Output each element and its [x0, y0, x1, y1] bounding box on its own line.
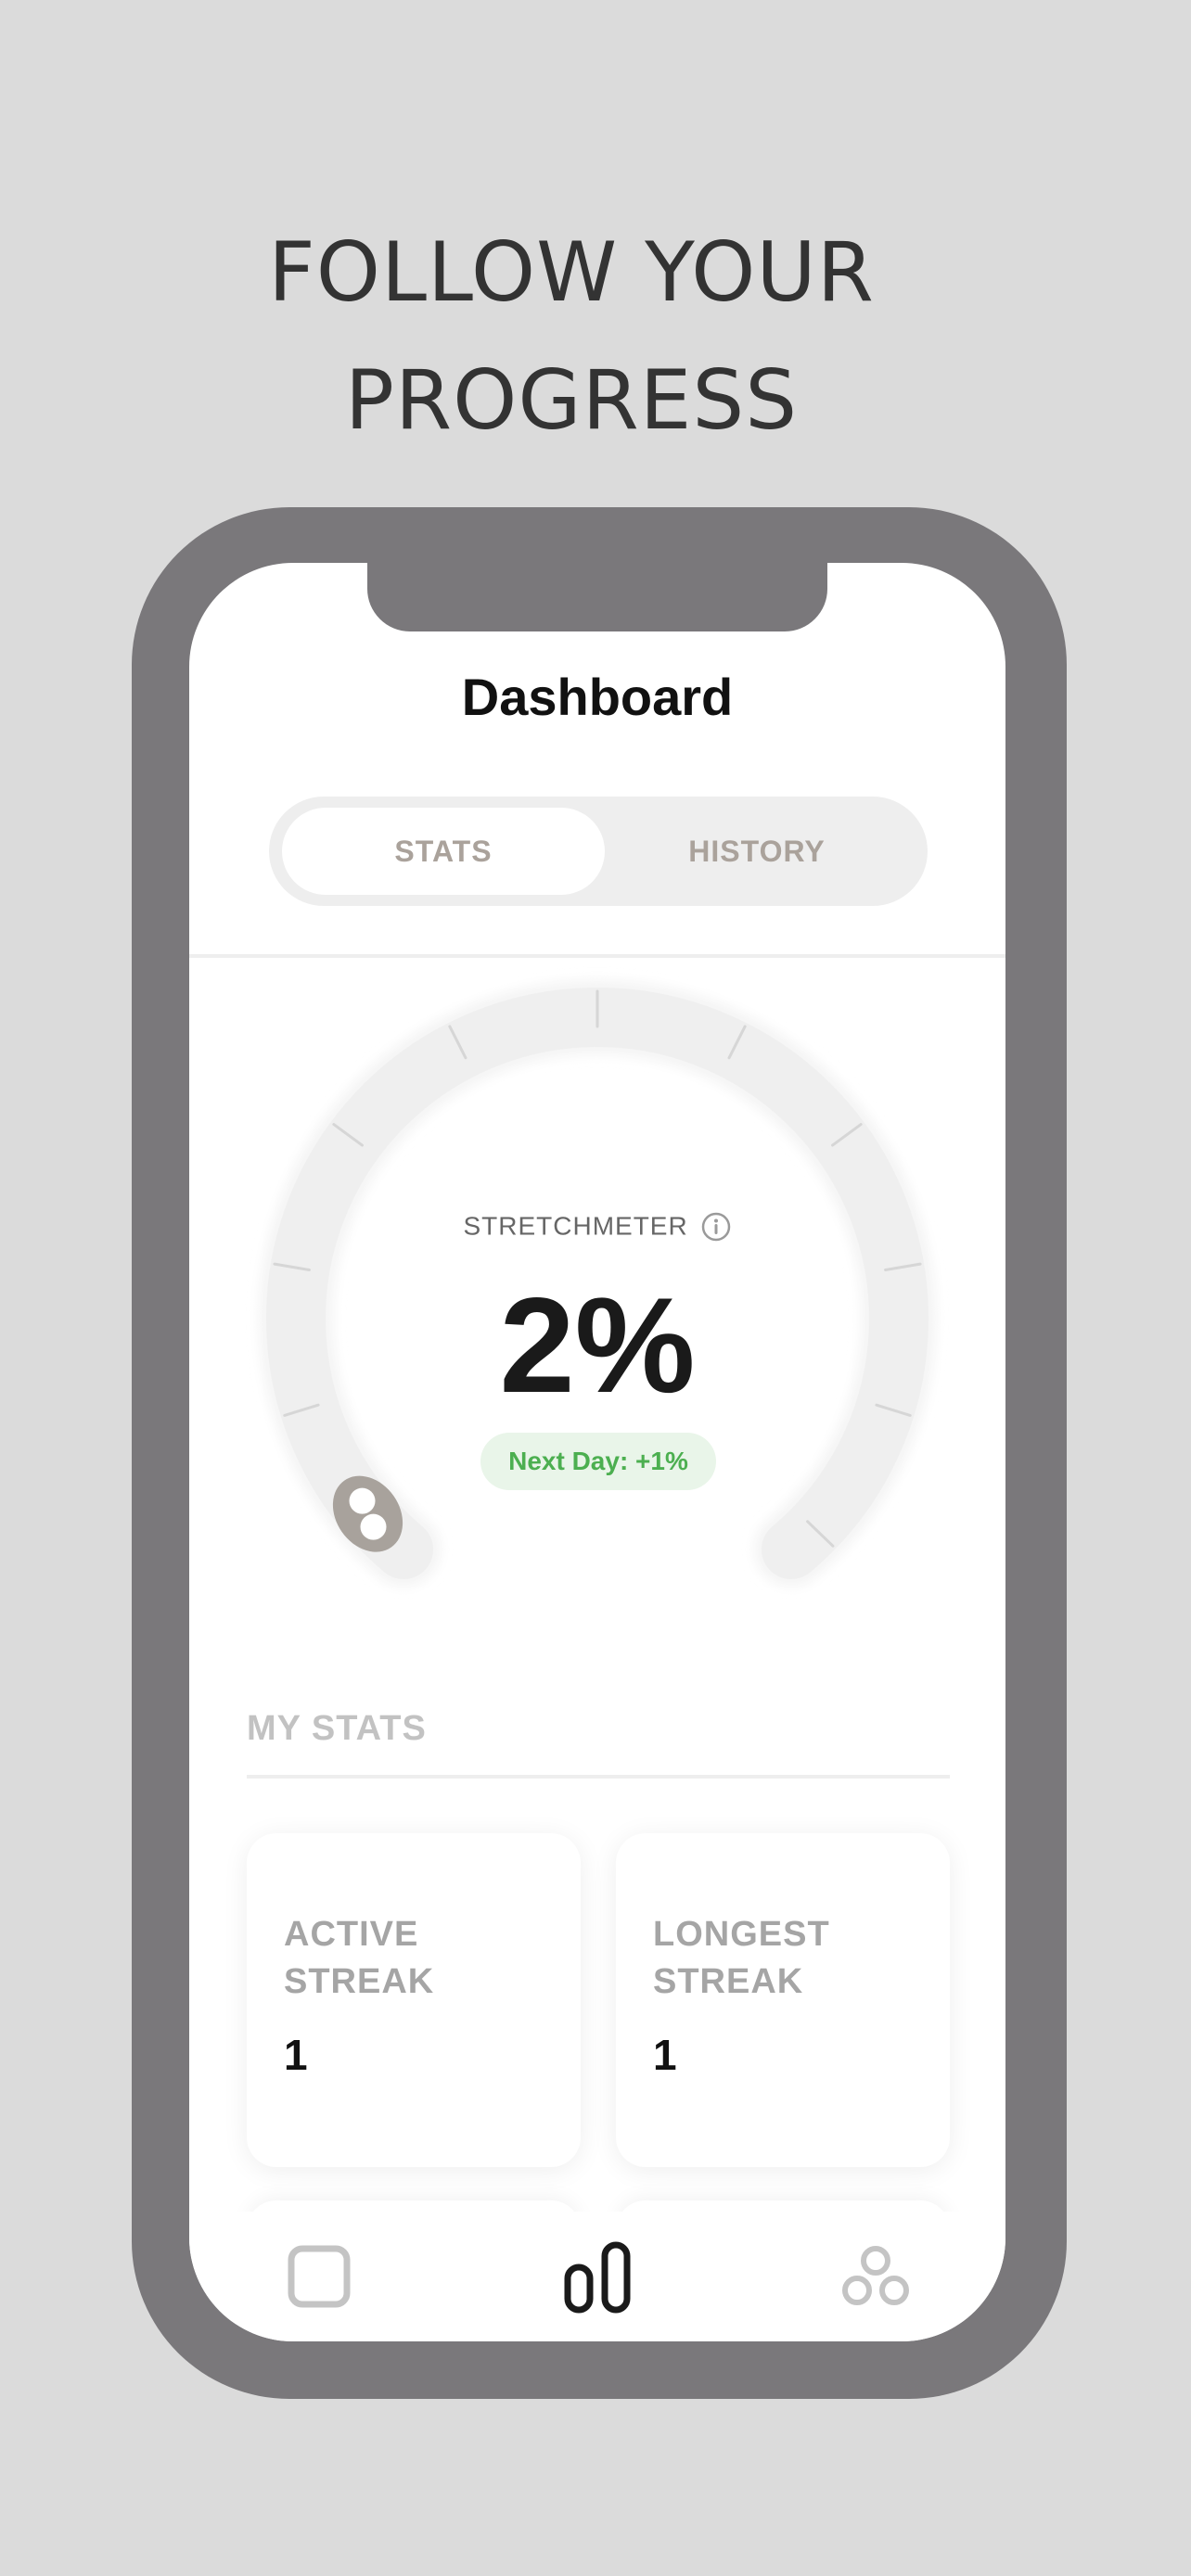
bottom-tab-bar — [189, 2212, 1005, 2341]
stat-card-label: ACTIVE STREAK — [284, 1911, 562, 2006]
stat-card-label-line2: STREAK — [284, 1962, 435, 2001]
circles-icon — [842, 2246, 909, 2305]
stats-history-toggle: STATS HISTORY — [269, 797, 928, 906]
stretchmeter-label: STRETCHMETER — [189, 1210, 1005, 1243]
stat-card-label-line2: STREAK — [653, 1962, 804, 2001]
tab-stats[interactable]: STATS — [282, 808, 605, 895]
header-divider — [189, 954, 1005, 958]
tabbar-item-community[interactable] — [820, 2212, 931, 2341]
tab-history[interactable]: HISTORY — [596, 808, 918, 895]
tabbar-item-dashboard[interactable] — [542, 2212, 653, 2341]
promo-headline-line1: FOLLOW YOUR — [268, 224, 875, 320]
tabbar-item-home[interactable] — [263, 2212, 375, 2341]
stretchmeter-value: 2% — [499, 1269, 696, 1421]
info-icon[interactable] — [700, 1211, 732, 1243]
app-screen: Dashboard STATS HISTORY STRETCHMETER 2% … — [189, 563, 1005, 2341]
stat-card-label: LONGEST STREAK — [653, 1911, 931, 2006]
stat-card-longest-streak[interactable]: LONGEST STREAK 1 — [616, 1833, 950, 2167]
square-icon — [288, 2245, 351, 2308]
stat-card-label-line1: LONGEST — [653, 1915, 830, 1954]
my-stats-title: MY STATS — [247, 1709, 427, 1748]
stat-card-value: 1 — [653, 2031, 677, 2079]
stretchmeter-label-text: STRETCHMETER — [463, 1211, 688, 1241]
promo-headline: FOLLOW YOUR PROGRESS — [0, 209, 1143, 465]
page-title: Dashboard — [461, 668, 734, 726]
bar-chart-icon — [564, 2241, 631, 2314]
stat-card-value: 1 — [284, 2031, 308, 2079]
promo-headline-line2: PROGRESS — [344, 352, 799, 448]
my-stats-divider — [247, 1775, 950, 1779]
next-day-badge: Next Day: +1% — [480, 1433, 716, 1490]
stat-card-active-streak[interactable]: ACTIVE STREAK 1 — [247, 1833, 581, 2167]
phone-notch — [367, 563, 827, 631]
stat-card-label-line1: ACTIVE — [284, 1915, 419, 1954]
